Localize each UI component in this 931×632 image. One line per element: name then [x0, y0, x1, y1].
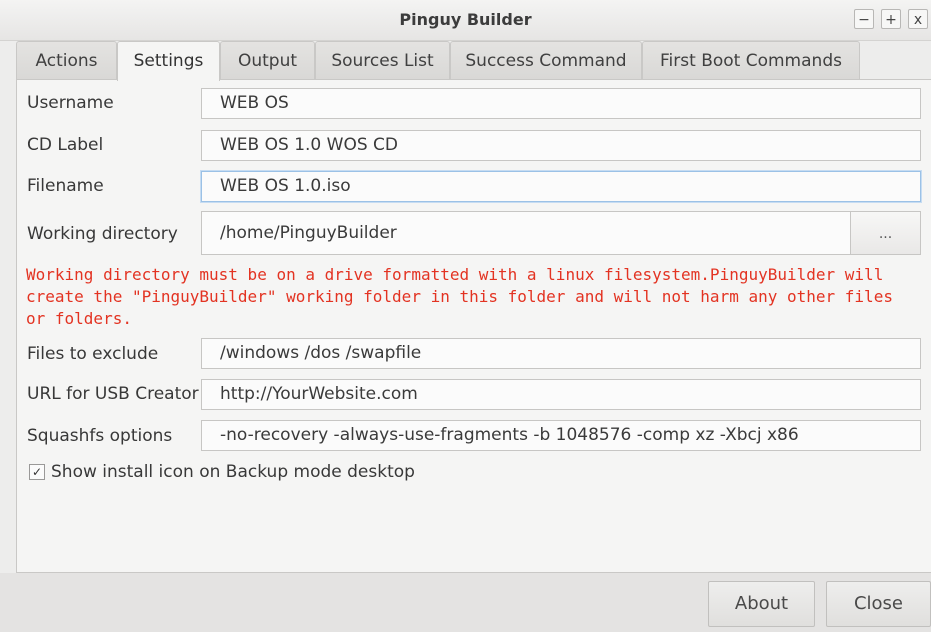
window-title: Pinguy Builder [399, 10, 532, 29]
tab-sources-list[interactable]: Sources List [315, 41, 450, 79]
tab-bar: Actions Settings Output Sources List Suc… [16, 41, 916, 81]
tab-first-boot-commands[interactable]: First Boot Commands [642, 41, 860, 79]
checkbox-checked-icon[interactable]: ✓ [29, 464, 45, 480]
tab-settings[interactable]: Settings [117, 41, 220, 81]
show-install-icon-label: Show install icon on Backup mode desktop [51, 462, 415, 482]
username-field[interactable]: WEB OS [201, 88, 921, 119]
minimize-icon[interactable]: − [854, 9, 874, 29]
filename-label: Filename [27, 176, 104, 196]
working-directory-warning: Working directory must be on a drive for… [26, 265, 893, 328]
working-directory-field[interactable]: /home/PinguyBuilder [201, 211, 851, 255]
cd-label-field[interactable]: WEB OS 1.0 WOS CD [201, 130, 921, 161]
squashfs-options-label: Squashfs options [27, 426, 173, 446]
maximize-icon[interactable]: + [881, 9, 901, 29]
tab-output[interactable]: Output [220, 41, 315, 79]
filename-field[interactable]: WEB OS 1.0.iso [201, 171, 921, 202]
pinguy-builder-window: Pinguy Builder − + x Actions Settings Ou… [0, 0, 931, 632]
usb-creator-url-field[interactable]: http://YourWebsite.com [201, 379, 921, 410]
files-to-exclude-field[interactable]: /windows /dos /swapfile [201, 338, 921, 369]
close-icon[interactable]: x [908, 9, 928, 29]
username-label: Username [27, 93, 114, 113]
working-directory-label: Working directory [27, 224, 178, 244]
show-install-icon-option[interactable]: ✓ Show install icon on Backup mode deskto… [29, 462, 415, 482]
usb-creator-url-label: URL for USB Creator [27, 384, 199, 404]
tab-success-command[interactable]: Success Command [450, 41, 642, 79]
browse-button[interactable]: ... [850, 211, 921, 255]
about-button[interactable]: About [708, 581, 815, 627]
files-to-exclude-label: Files to exclude [27, 344, 159, 364]
title-bar[interactable]: Pinguy Builder − + x [0, 0, 931, 41]
cd-label-label: CD Label [27, 135, 104, 155]
tab-actions[interactable]: Actions [16, 41, 117, 79]
squashfs-options-field[interactable]: -no-recovery -always-use-fragments -b 10… [201, 420, 921, 451]
close-button[interactable]: Close [826, 581, 931, 627]
